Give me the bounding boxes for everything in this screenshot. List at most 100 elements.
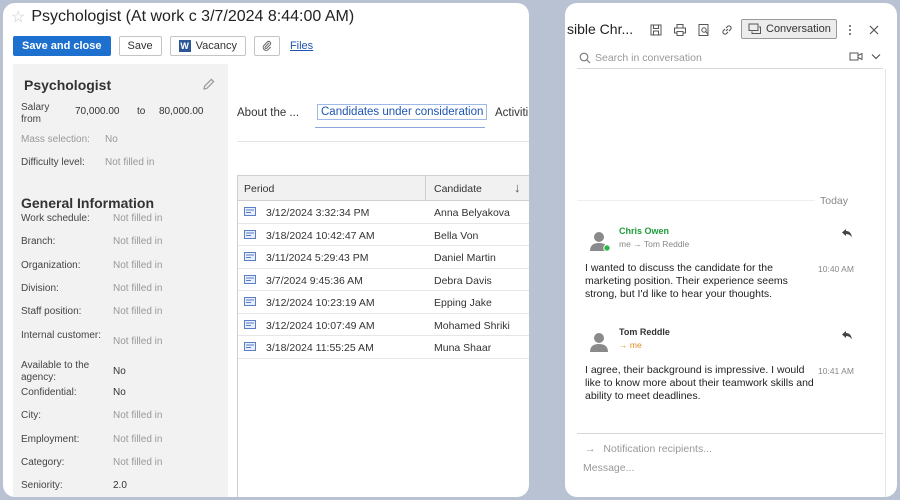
salary-from-value: 70,000.00 bbox=[75, 106, 120, 117]
field-label: Division: bbox=[21, 283, 59, 294]
paperclip-icon bbox=[262, 40, 272, 51]
tab-activities[interactable]: Activiti bbox=[495, 107, 528, 119]
mass-selection-label: Mass selection: bbox=[21, 134, 90, 145]
kebab-icon[interactable] bbox=[843, 23, 857, 37]
preview-icon[interactable] bbox=[697, 23, 711, 37]
conversation-icon bbox=[748, 23, 761, 34]
composer-divider bbox=[577, 433, 883, 434]
date-divider: Today bbox=[820, 195, 849, 207]
conversation-window: sible Chr... Conversation Today Chris Ow… bbox=[565, 3, 897, 497]
video-icon[interactable] bbox=[849, 51, 863, 62]
candidate-cell: Muna Shaar bbox=[434, 342, 492, 354]
table-row[interactable]: 3/11/2024 5:29:43 PM Daniel Martin bbox=[238, 246, 529, 269]
period-cell: 3/18/2024 11:55:25 AM bbox=[266, 342, 374, 354]
tab-bar: About the ... Candidates under considera… bbox=[237, 103, 529, 129]
record-icon bbox=[244, 252, 256, 261]
files-link[interactable]: Files bbox=[290, 40, 313, 52]
field-label: Staff position: bbox=[21, 306, 82, 317]
candidate-cell: Mohamed Shriki bbox=[434, 319, 510, 332]
link-icon[interactable] bbox=[720, 23, 734, 37]
word-icon: W bbox=[178, 40, 191, 52]
sort-down-icon[interactable]: ↓ bbox=[514, 180, 521, 195]
vacancy-details-panel: Psychologist Salary from 70,000.00 to 80… bbox=[13, 64, 228, 497]
pencil-icon[interactable] bbox=[202, 77, 216, 91]
vacancy-window: ☆ Psychologist (At work c 3/7/2024 8:44:… bbox=[3, 3, 529, 497]
salary-to-label: to bbox=[137, 106, 146, 117]
message-text: I wanted to discuss the candidate for th… bbox=[585, 262, 788, 300]
record-icon bbox=[244, 319, 256, 329]
table-row[interactable]: 3/12/2024 3:32:34 PM Anna Belyakova bbox=[238, 201, 529, 224]
candidate-cell: Bella Von bbox=[434, 229, 479, 242]
period-cell: 3/12/2024 3:32:34 PM bbox=[266, 207, 370, 219]
search-input[interactable] bbox=[595, 50, 835, 65]
conversation-window-title: sible Chr... bbox=[567, 21, 634, 37]
search-icon bbox=[579, 52, 591, 64]
candidate-cell: Anna Belyakova bbox=[434, 207, 510, 219]
conversation-search bbox=[577, 47, 883, 69]
field-label: Internal customer: bbox=[21, 330, 102, 341]
vacancy-button-label: Vacancy bbox=[195, 40, 237, 52]
mass-selection-value: No bbox=[105, 134, 118, 145]
message-route: → me bbox=[619, 340, 642, 350]
print-icon[interactable] bbox=[673, 23, 687, 37]
field-value: Not filled in bbox=[113, 410, 163, 421]
field-value: Not filled in bbox=[113, 213, 163, 224]
message-input[interactable] bbox=[583, 460, 873, 476]
period-cell: 3/11/2024 5:29:43 PM bbox=[266, 252, 369, 264]
conversation-button-label: Conversation bbox=[766, 23, 831, 35]
notification-recipients[interactable]: → Notification recipients... bbox=[585, 443, 712, 455]
divider bbox=[237, 141, 529, 142]
table-row[interactable]: 3/18/2024 11:55:25 AM Muna Shaar bbox=[238, 336, 529, 359]
message-sender[interactable]: Tom Reddle bbox=[619, 327, 670, 337]
table-row[interactable]: 3/18/2024 10:42:47 AM Bella Von bbox=[238, 224, 529, 246]
page-title: Psychologist (At work c 3/7/2024 8:44:00… bbox=[31, 8, 355, 25]
period-cell: 3/7/2024 9:45:36 AM bbox=[266, 274, 363, 287]
difficulty-value: Not filled in bbox=[105, 157, 155, 168]
save-icon[interactable] bbox=[649, 23, 663, 37]
save-and-close-button[interactable]: Save and close bbox=[13, 36, 111, 56]
vacancy-button[interactable]: W Vacancy bbox=[169, 36, 246, 56]
candidate-cell: Epping Jake bbox=[434, 297, 492, 309]
salary-label: Salary from bbox=[21, 102, 50, 125]
field-value: No bbox=[113, 387, 126, 398]
toolbar: Save and close Save W Vacancy Files bbox=[13, 36, 313, 56]
table-row[interactable]: 3/12/2024 10:23:19 AM Epping Jake bbox=[238, 291, 529, 314]
field-label: Available to the agency: bbox=[21, 360, 90, 383]
column-header-candidate[interactable]: Candidate bbox=[434, 183, 482, 195]
candidate-cell: Debra Davis bbox=[434, 274, 492, 287]
difficulty-label: Difficulty level: bbox=[21, 157, 85, 168]
reply-icon[interactable] bbox=[841, 329, 853, 341]
tab-candidates[interactable]: Candidates under consideration bbox=[317, 104, 488, 120]
conversation-button[interactable]: Conversation bbox=[741, 19, 837, 39]
field-value: Not filled in bbox=[113, 434, 163, 445]
field-label: Category: bbox=[21, 457, 65, 468]
tab-about[interactable]: About the ... bbox=[237, 107, 299, 119]
table-row[interactable]: 3/12/2024 10:07:49 AM Mohamed Shriki bbox=[238, 314, 529, 336]
column-header-period[interactable]: Period bbox=[244, 183, 274, 195]
attach-button[interactable] bbox=[253, 36, 280, 56]
period-cell: 3/12/2024 10:07:49 AM bbox=[266, 319, 375, 332]
message-route: me → Tom Reddle bbox=[619, 239, 690, 249]
field-label: Confidential: bbox=[21, 387, 77, 398]
record-icon bbox=[244, 229, 256, 239]
scrollbar-track[interactable] bbox=[885, 69, 886, 497]
close-icon[interactable] bbox=[867, 23, 881, 37]
table-header: Period Candidate ↓ bbox=[238, 176, 529, 201]
field-label: Branch: bbox=[21, 236, 56, 247]
save-button[interactable]: Save bbox=[118, 36, 162, 56]
period-cell: 3/12/2024 10:23:19 AM bbox=[266, 297, 375, 309]
field-value: Not filled in bbox=[113, 260, 163, 271]
mass-selection-field: Mass selection: No bbox=[21, 134, 118, 145]
star-icon[interactable]: ☆ bbox=[11, 7, 25, 27]
avatar-icon bbox=[590, 333, 608, 352]
chevron-down-icon[interactable] bbox=[871, 53, 881, 60]
message-sender[interactable]: Chris Owen bbox=[619, 226, 669, 236]
record-icon bbox=[244, 342, 256, 351]
message-time: 10:41 AM bbox=[818, 366, 854, 376]
salary-to-value: 80,000.00 bbox=[159, 106, 204, 117]
table-row[interactable]: 3/7/2024 9:45:36 AM Debra Davis bbox=[238, 269, 529, 291]
field-label: Organization: bbox=[21, 260, 81, 271]
field-value: Not filled in bbox=[113, 306, 163, 317]
column-separator bbox=[425, 176, 426, 201]
reply-icon[interactable] bbox=[841, 227, 853, 239]
